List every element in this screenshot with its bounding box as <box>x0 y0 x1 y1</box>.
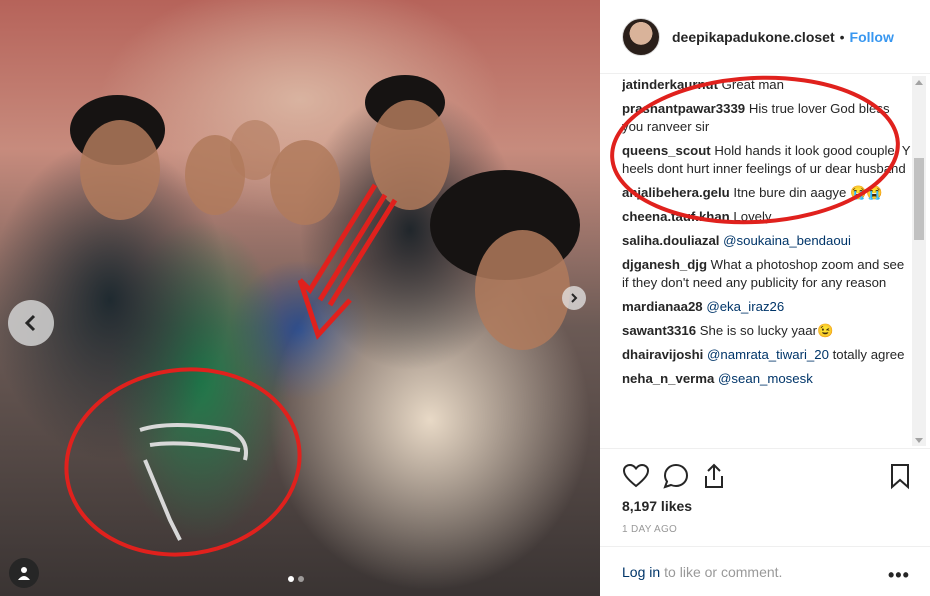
scrollbar[interactable] <box>912 76 926 446</box>
user-tag-button[interactable] <box>9 558 39 588</box>
comment-text: Great man <box>721 77 784 92</box>
annotation-overlay <box>64 183 398 557</box>
comment-username[interactable]: sawant3316 <box>622 323 696 338</box>
comment-item: anjalibehera.gelu Itne bure din aagye 😭😭 <box>622 184 912 202</box>
header-separator: • <box>839 28 845 45</box>
comment-item: djganesh_djg What a photoshop zoom and s… <box>622 256 912 292</box>
comment-username[interactable]: djganesh_djg <box>622 257 707 272</box>
more-options-icon[interactable]: ••• <box>888 565 910 586</box>
comment-mention[interactable]: @soukaina_bendaoui <box>723 233 851 248</box>
share-icon[interactable] <box>700 462 728 490</box>
like-count[interactable]: 8,197 likes <box>622 498 692 514</box>
post-timestamp: 1 DAY AGO <box>622 524 678 535</box>
post-photo[interactable] <box>0 0 600 596</box>
comment-username[interactable]: saliha.douliazal <box>622 233 719 248</box>
comment-username[interactable]: jatinderkaurnut <box>622 77 718 92</box>
comment-item: sawant3316 She is so lucky yaar😉 <box>622 322 912 340</box>
carousel-indicator <box>288 576 304 582</box>
scroll-down-arrow-icon[interactable] <box>915 438 923 443</box>
next-slide-button[interactable] <box>562 286 586 310</box>
comment-icon[interactable] <box>662 462 690 490</box>
chevron-right-icon <box>571 293 578 303</box>
comment-text: Itne bure din aagye 😭😭 <box>733 185 883 200</box>
post-header: deepikapadukone.closet • Follow <box>600 0 930 74</box>
heart-icon[interactable] <box>622 462 650 490</box>
comment-mention[interactable]: @namrata_tiwari_20 <box>707 347 829 362</box>
post-side-panel: deepikapadukone.closet • Follow jatinder… <box>600 0 930 596</box>
header-username[interactable]: deepikapadukone.closet <box>672 29 835 45</box>
comment-username[interactable]: neha_n_verma <box>622 371 714 386</box>
user-tag-icon <box>18 567 30 580</box>
bookmark-icon[interactable] <box>886 462 914 490</box>
scroll-up-arrow-icon[interactable] <box>915 80 923 85</box>
heels-shape <box>139 423 248 541</box>
comment-username[interactable]: queens_scout <box>622 143 711 158</box>
login-link[interactable]: Log in <box>622 564 660 580</box>
comment-item: dhairavijoshi @namrata_tiwari_20 totally… <box>622 346 912 364</box>
comment-item: mardianaa28 @eka_iraz26 <box>622 298 912 316</box>
comment-username[interactable]: prashantpawar3339 <box>622 101 745 116</box>
login-prompt: to like or comment. <box>664 563 783 580</box>
scrollbar-thumb[interactable] <box>914 158 924 240</box>
comment-text: totally agree <box>832 347 905 362</box>
comment-username[interactable]: dhairavijoshi <box>622 347 703 362</box>
comment-item: prashantpawar3339 His true lover God ble… <box>622 100 912 136</box>
carousel-dot-active <box>288 576 294 582</box>
comment-item: queens_scout Hold hands it look good cou… <box>622 142 912 178</box>
comment-text: She is so lucky yaar😉 <box>699 323 834 338</box>
chevron-left-icon <box>24 314 36 332</box>
annotation-circle-heels <box>64 367 302 557</box>
divider <box>600 448 930 449</box>
previous-slide-button[interactable] <box>8 300 54 346</box>
comment-mention[interactable]: @sean_mosesk <box>718 371 813 386</box>
comment-item: neha_n_verma @sean_mosesk <box>622 370 912 388</box>
comment-text: Lovely <box>733 209 772 224</box>
comment-footer: Log in to like or comment. <box>600 546 930 596</box>
comment-mention[interactable]: @eka_iraz26 <box>706 299 784 314</box>
comment-username[interactable]: cheena.tauf.khan <box>622 209 730 224</box>
annotation-arrow <box>297 183 398 340</box>
comment-username[interactable]: mardianaa28 <box>622 299 703 314</box>
carousel-dot <box>298 576 304 582</box>
avatar[interactable] <box>622 17 660 56</box>
comment-item: saliha.douliazal @soukaina_bendaoui <box>622 232 912 250</box>
comment-item: jatinderkaurnut Great man <box>622 76 912 94</box>
comment-username[interactable]: anjalibehera.gelu <box>622 185 730 200</box>
comment-list: jatinderkaurnut Great man prashantpawar33… <box>622 76 912 444</box>
comment-item: cheena.tauf.khan Lovely <box>622 208 912 226</box>
follow-button[interactable]: Follow <box>850 29 894 45</box>
